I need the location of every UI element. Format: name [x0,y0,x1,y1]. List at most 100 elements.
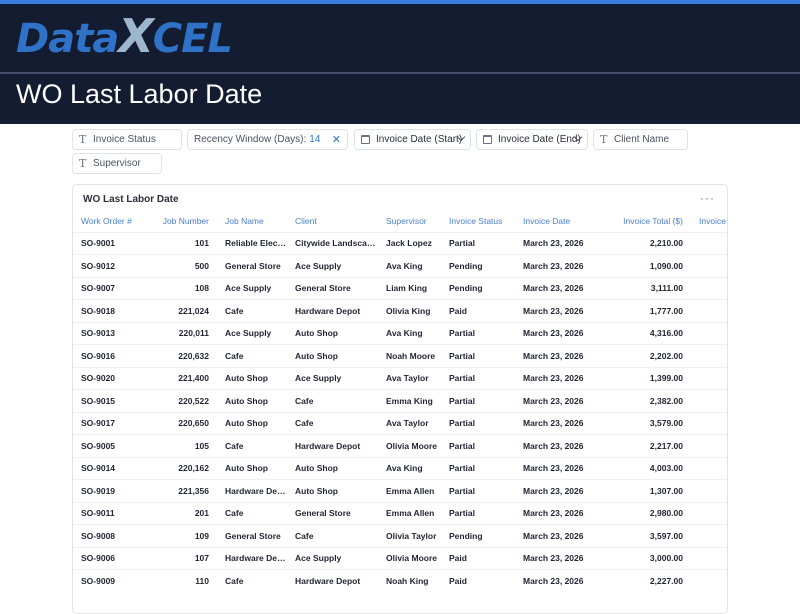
table-row[interactable]: SO-9009 110 Cafe Hardware Depot Noah King Pai… [73,569,727,592]
table-cell: Cafe [217,434,287,457]
table-cell: SO-9020 [73,366,150,390]
table-cell: Cafe [287,411,378,435]
table-row[interactable]: SO-9001 101 Reliable Electric Citywide Land… [73,231,727,255]
table-cell [691,344,727,367]
clear-icon[interactable]: ✕ [332,133,341,146]
table-cell: Pending [441,276,515,300]
table-cell: Emma Allen [378,501,441,525]
table-cell: Paid [441,546,515,570]
table-cell: March 23, 2026 [515,344,591,367]
table-row[interactable]: SO-9007 108 Ace Supply General Store Liam Ki… [73,276,727,300]
logo-text-data: Data [16,16,119,62]
table-cell: Partial [441,366,515,390]
more-options-icon[interactable]: ··· [700,191,715,205]
table-cell: Partial [441,411,515,435]
table-row[interactable]: SO-9011 201 Cafe General Store Emma Allen Par… [73,501,727,525]
supervisor-filter[interactable]: T Supervisor [72,153,162,174]
table-cell [691,321,727,345]
table-cell: Ava Taylor [378,411,441,435]
table-cell: Liam King [378,276,441,300]
table-cell: SO-9006 [73,546,150,570]
table-cell: March 23, 2026 [515,389,591,412]
table-cell: SO-9012 [73,254,150,277]
column-header[interactable]: Client [287,210,378,232]
invoice-date-start-filter[interactable]: Invoice Date (Start) [354,129,471,150]
table-cell: Ava Taylor [378,366,441,390]
table-row[interactable]: SO-9018 221,024 Cafe Hardware Depot Olivia K… [73,299,727,322]
table-cell: March 23, 2026 [515,501,591,525]
table-row[interactable]: SO-9005 105 Cafe Hardware Depot Olivia Moore… [73,434,727,457]
table-cell: Partial [441,344,515,367]
table-cell: March 23, 2026 [515,411,591,435]
table-cell: Emma Allen [378,479,441,502]
table-cell: March 23, 2026 [515,434,591,457]
client-name-filter[interactable]: T Client Name [593,129,688,150]
invoice-date-end-label: Invoice Date (End) [498,134,581,145]
table-cell: Partial [441,501,515,525]
calendar-icon [483,135,492,144]
table-cell: 2,382.00 [591,389,691,412]
table-cell: March 23, 2026 [515,276,591,300]
table-cell: Ava King [378,254,441,277]
table-cell: Cafe [217,299,287,322]
table-row[interactable]: SO-9012 500 General Store Ace Supply Ava Kin… [73,254,727,277]
table-cell: Auto Shop [287,344,378,367]
table-cell: 2,202.00 [591,344,691,367]
table-row[interactable]: SO-9008 109 General Store Cafe Olivia Taylor… [73,524,727,547]
table-cell [691,411,727,435]
column-header[interactable]: Invoice Total ($) [591,210,691,232]
table-cell: 220,632 [150,344,217,367]
table-cell: Hardware Depot [287,299,378,322]
logo-text-cel: CEL [152,16,233,62]
card-title: WO Last Labor Date [83,194,179,205]
table-row[interactable]: SO-9019 221,356 Hardware Dep... Auto Shop Em… [73,479,727,502]
table-cell: SO-9015 [73,389,150,412]
table-cell: March 23, 2026 [515,366,591,390]
recency-window-field[interactable]: Recency Window (Days): 14 ✕ [187,129,348,150]
table-row[interactable]: SO-9017 220,650 Auto Shop Cafe Ava Taylor Par… [73,411,727,435]
table-cell [691,389,727,412]
logo-text-x: X [118,9,153,63]
table-cell: Partial [441,456,515,480]
table-cell: Auto Shop [217,456,287,480]
table-cell [691,276,727,300]
column-header[interactable]: Invoice Bala [691,210,727,232]
table-row[interactable]: SO-9015 220,522 Auto Shop Cafe Emma King Part… [73,389,727,412]
recency-label: Recency Window (Days): [194,134,307,145]
table-cell: SO-9009 [73,569,150,592]
table-cell: 1,777.00 [591,299,691,322]
table-row[interactable]: SO-9016 220,632 Cafe Auto Shop Noah Moore Par… [73,344,727,367]
table-row[interactable]: SO-9013 220,011 Ace Supply Auto Shop Ava Kin… [73,321,727,345]
table-row[interactable]: SO-9006 107 Hardware Dep... Ace Supply Olivi… [73,546,727,570]
column-header[interactable]: Work Order # [73,210,150,232]
table-cell: 109 [150,524,217,547]
table-cell: SO-9016 [73,344,150,367]
column-header[interactable]: Job Number [150,210,217,232]
table-row[interactable]: SO-9020 221,400 Auto Shop Ace Supply Ava Tay… [73,366,727,390]
table-row[interactable]: SO-9014 220,162 Auto Shop Auto Shop Ava King… [73,456,727,480]
table-cell [691,366,727,390]
column-header[interactable]: Invoice Date [515,210,591,232]
table-cell: 221,356 [150,479,217,502]
table-cell: 1,399.00 [591,366,691,390]
column-header[interactable]: Supervisor [378,210,441,232]
client-name-label: Client Name [614,134,670,145]
table-cell: Ace Supply [287,254,378,277]
table-cell: Olivia Moore [378,434,441,457]
invoice-status-filter[interactable]: T Invoice Status [72,129,182,150]
table-cell: March 23, 2026 [515,254,591,277]
table-body: SO-9001 101 Reliable Electric Citywide Land… [73,231,727,592]
table-cell [691,524,727,547]
column-header[interactable]: Invoice Status [441,210,515,232]
table-cell: Auto Shop [217,389,287,412]
table-cell: 107 [150,546,217,570]
invoice-date-end-filter[interactable]: Invoice Date (End) [476,129,588,150]
table-cell: 220,011 [150,321,217,345]
table-cell [691,569,727,592]
table-cell: Auto Shop [217,411,287,435]
table-cell: March 23, 2026 [515,524,591,547]
table-cell: Ace Supply [217,276,287,300]
column-header[interactable]: Job Name [217,210,287,232]
table-cell: General Store [217,254,287,277]
brand-header: DataXCEL [0,4,800,72]
